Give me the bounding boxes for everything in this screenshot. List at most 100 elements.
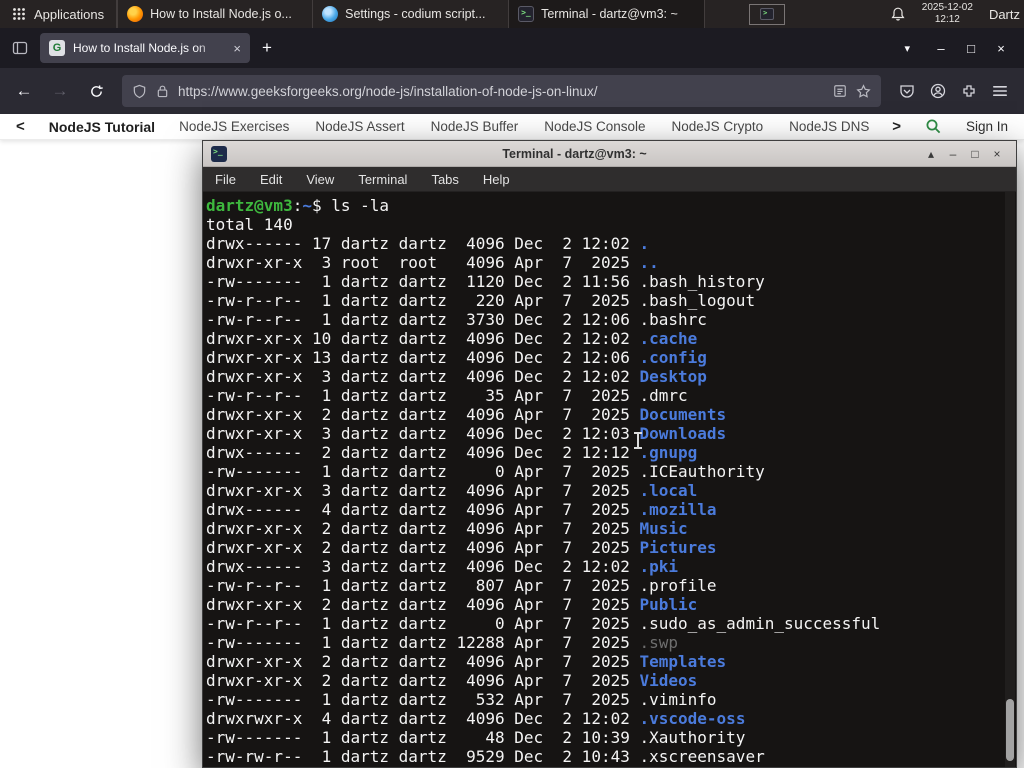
pager-terminal-icon xyxy=(760,8,775,20)
site-nav-link[interactable]: NodeJS Exercises xyxy=(179,119,289,134)
terminal-line: drwx------ 2 dartz dartz 4096 Dec 2 12:1… xyxy=(206,443,1002,462)
terminal-text-segment: .cache xyxy=(639,329,698,348)
url-text[interactable]: https://www.geeksforgeeks.org/node-js/in… xyxy=(178,84,824,99)
terminal-text-segment: drwx------ 17 dartz dartz 4096 Dec 2 12:… xyxy=(206,234,640,253)
terminal-window: Terminal - dartz@vm3: ~ ▴ – □ × File Edit… xyxy=(202,140,1017,768)
site-search-icon[interactable] xyxy=(925,118,942,135)
pocket-icon[interactable] xyxy=(899,83,915,99)
lock-icon[interactable] xyxy=(156,84,169,98)
terminal-text-segment: dartz@vm3 xyxy=(206,196,293,215)
terminal-text-segment: -rw-r--r-- 1 dartz dartz 0 Apr 7 2025 .s… xyxy=(206,614,881,633)
terminal-text-segment: Pictures xyxy=(639,538,717,557)
workspace-pager[interactable] xyxy=(749,3,786,25)
toolbar-right-icons xyxy=(893,83,1014,99)
site-nav-strip: < NodeJS Tutorial NodeJS Exercises NodeJS… xyxy=(0,114,1024,140)
terminal-line: -rw------- 1 dartz dartz 0 Apr 7 2025 .I… xyxy=(206,462,1002,481)
taskbar-item[interactable]: Terminal - dartz@vm3: ~ xyxy=(509,0,706,28)
tab-title: How to Install Node.js on xyxy=(73,41,206,55)
taskbar: How to Install Node.js o... Settings - c… xyxy=(117,0,706,28)
terminal-close-button[interactable]: × xyxy=(986,147,1008,161)
site-nav-link[interactable]: NodeJS Assert xyxy=(315,119,404,134)
tracking-shield-icon[interactable] xyxy=(132,84,147,99)
browser-minimize-button[interactable]: – xyxy=(926,41,956,56)
terminal-text-segment: .. xyxy=(639,253,659,272)
terminal-text-segment: Documents xyxy=(639,405,727,424)
menu-icon[interactable] xyxy=(992,84,1008,98)
taskbar-item[interactable]: Settings - codium script... xyxy=(313,0,510,28)
taskbar-item[interactable]: How to Install Node.js o... xyxy=(117,0,314,28)
terminal-line: drwxr-xr-x 2 dartz dartz 4096 Apr 7 2025… xyxy=(206,519,1002,538)
site-nav-link[interactable]: NodeJS Console xyxy=(544,119,645,134)
terminal-text-segment: drwxr-xr-x 10 dartz dartz 4096 Dec 2 12:… xyxy=(206,329,640,348)
terminal-text-segment: Videos xyxy=(639,671,698,690)
terminal-shade-button[interactable]: ▴ xyxy=(920,147,942,161)
url-bar[interactable]: https://www.geeksforgeeks.org/node-js/in… xyxy=(122,75,881,107)
browser-close-button[interactable]: × xyxy=(986,41,1016,56)
terminal-menu-help[interactable]: Help xyxy=(483,172,510,187)
terminal-titlebar[interactable]: Terminal - dartz@vm3: ~ ▴ – □ × xyxy=(203,141,1016,167)
terminal-text-segment: -rw------- 1 dartz dartz 0 Apr 7 2025 .I… xyxy=(206,462,765,481)
bookmark-star-icon[interactable] xyxy=(856,83,871,99)
terminal-text-segment: Templates xyxy=(639,652,727,671)
site-nav-link[interactable]: NodeJS Crypto xyxy=(672,119,764,134)
terminal-scrollbar-thumb[interactable] xyxy=(1006,699,1014,761)
terminal-menu-file[interactable]: File xyxy=(215,172,236,187)
terminal-text-segment: -rw-r--r-- 1 dartz dartz 35 Apr 7 2025 .… xyxy=(206,386,688,405)
clock-time: 12:12 xyxy=(934,14,960,25)
terminal-line: drwxr-xr-x 3 dartz dartz 4096 Dec 2 12:0… xyxy=(206,424,1002,443)
terminal-text-segment: -rw-r--r-- 1 dartz dartz 220 Apr 7 2025 … xyxy=(206,291,756,310)
extensions-icon[interactable] xyxy=(961,83,977,99)
new-tab-button[interactable]: + xyxy=(258,38,276,58)
terminal-text-segment: : xyxy=(292,196,303,215)
applications-grid-icon xyxy=(12,7,26,21)
tab-overflow-icon[interactable]: ▾ xyxy=(896,42,918,55)
browser-restore-button[interactable]: □ xyxy=(956,41,986,56)
terminal-line: drwxr-xr-x 3 dartz dartz 4096 Apr 7 2025… xyxy=(206,481,1002,500)
reload-button[interactable] xyxy=(82,77,110,105)
terminal-maximize-button[interactable]: □ xyxy=(964,147,986,161)
terminal-minimize-button[interactable]: – xyxy=(942,147,964,161)
terminal-text-segment: drwx------ 3 dartz dartz 4096 Dec 2 12:0… xyxy=(206,557,640,576)
reader-mode-icon[interactable] xyxy=(833,84,847,98)
terminal-text-segment: -rw-r--r-- 1 dartz dartz 3730 Dec 2 12:0… xyxy=(206,310,707,329)
applications-menu[interactable]: Applications xyxy=(0,0,116,28)
browser-tab[interactable]: G How to Install Node.js on × xyxy=(40,33,250,63)
terminal-text-segment: total 140 xyxy=(206,215,293,234)
forward-button[interactable]: → xyxy=(46,77,74,105)
terminal-menu-tabs[interactable]: Tabs xyxy=(431,172,458,187)
terminal-text-segment: .config xyxy=(639,348,707,367)
site-nav-prev-icon[interactable]: < xyxy=(16,118,25,135)
terminal-scrollbar-track[interactable] xyxy=(1005,192,1015,767)
terminal-text-segment: .mozilla xyxy=(639,500,717,519)
terminal-menu-edit[interactable]: Edit xyxy=(260,172,282,187)
account-icon[interactable] xyxy=(930,83,946,99)
panel-status-area: 2025-12-02 12:12 Dartz xyxy=(890,0,1024,28)
site-nav-title[interactable]: NodeJS Tutorial xyxy=(49,119,155,135)
terminal-text-segment: drwxrwxr-x 4 dartz dartz 4096 Dec 2 12:0… xyxy=(206,709,640,728)
tab-close-icon[interactable]: × xyxy=(233,41,241,56)
terminal-text-segment: -rw-rw-r-- 1 dartz dartz 9529 Dec 2 10:4… xyxy=(206,747,765,766)
notification-bell-icon[interactable] xyxy=(890,6,906,22)
back-button[interactable]: ← xyxy=(10,77,38,105)
terminal-body[interactable]: dartz@vm3:~$ ls -la total 140 drwx------ 1… xyxy=(203,192,1016,767)
sign-in-button[interactable]: Sign In xyxy=(966,119,1008,134)
terminal-line: total 140 xyxy=(206,215,1002,234)
terminal-text-segment: drwxr-xr-x 2 dartz dartz 4096 Apr 7 2025 xyxy=(206,405,640,424)
terminal-menu-terminal[interactable]: Terminal xyxy=(358,172,407,187)
terminal-menu-view[interactable]: View xyxy=(306,172,334,187)
panel-user-label[interactable]: Dartz xyxy=(989,7,1020,22)
terminal-text-segment: drwx------ 2 dartz dartz 4096 Dec 2 12:1… xyxy=(206,443,640,462)
firefox-view-icon[interactable] xyxy=(8,36,32,60)
terminal-line: drwxr-xr-x 10 dartz dartz 4096 Dec 2 12:… xyxy=(206,329,1002,348)
site-nav-next-icon[interactable]: > xyxy=(892,118,901,135)
site-nav-link[interactable]: NodeJS Buffer xyxy=(431,119,519,134)
terminal-text-segment: drwx------ 4 dartz dartz 4096 Apr 7 2025 xyxy=(206,500,640,519)
terminal-text-segment: drwxr-xr-x 3 dartz dartz 4096 Dec 2 12:0… xyxy=(206,424,640,443)
panel-clock[interactable]: 2025-12-02 12:12 xyxy=(922,2,973,27)
terminal-line: -rw------- 1 dartz dartz 532 Apr 7 2025 … xyxy=(206,690,1002,709)
site-nav-link[interactable]: NodeJS DNS xyxy=(789,119,869,134)
applications-label: Applications xyxy=(34,6,105,22)
terminal-window-title: Terminal - dartz@vm3: ~ xyxy=(502,146,647,161)
terminal-text-segment: $ ls -la xyxy=(311,196,390,215)
terminal-icon xyxy=(518,6,535,22)
